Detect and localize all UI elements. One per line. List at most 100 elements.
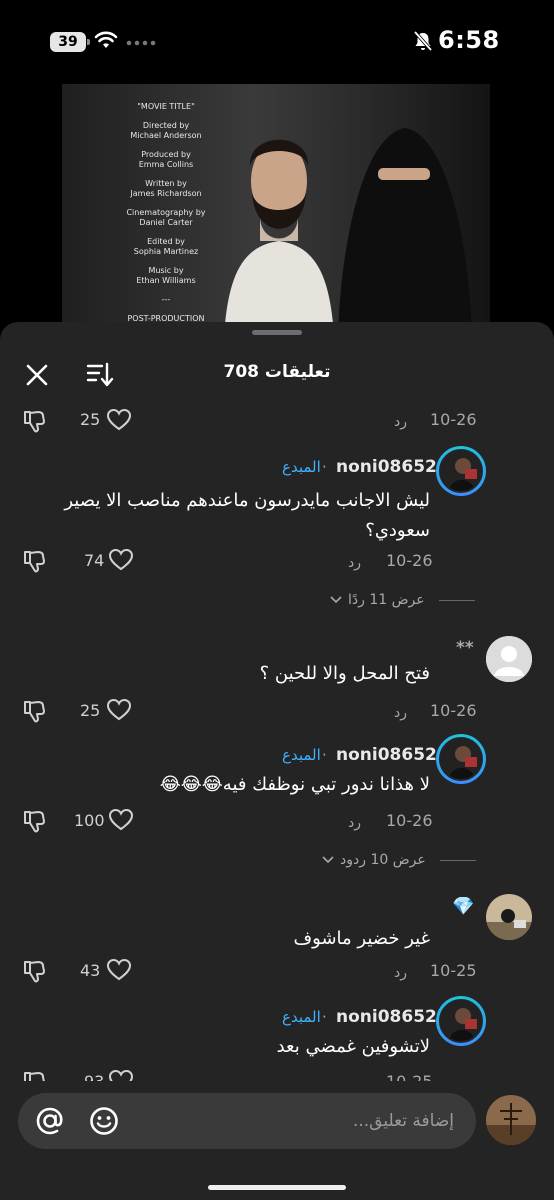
- view-replies-button[interactable]: عرض 10 ردود: [322, 852, 476, 868]
- thumbs-down-icon: [24, 701, 45, 723]
- wifi-icon: [94, 31, 118, 48]
- reply-button[interactable]: رد: [394, 414, 407, 430]
- creator-badge: المبدع: [282, 746, 321, 764]
- battery-indicator: 39: [50, 32, 90, 52]
- reply-button[interactable]: رد: [394, 965, 407, 981]
- user-avatar[interactable]: [486, 636, 532, 682]
- my-avatar[interactable]: [486, 1095, 536, 1145]
- comments-count-title: 708 تعليقات: [223, 362, 331, 382]
- separator-dot: ·: [322, 1008, 327, 1026]
- dislike-button[interactable]: [22, 548, 48, 578]
- home-indicator[interactable]: [208, 1185, 346, 1190]
- credit-line: Written by James Richardson: [130, 179, 202, 198]
- default-avatar-icon: [486, 636, 532, 682]
- comment-input-container[interactable]: [18, 1093, 476, 1149]
- like-count: 25: [80, 410, 101, 429]
- like-count: 100: [74, 811, 105, 830]
- video-preview[interactable]: "MOVIE TITLE" Directed by Michael Anders…: [0, 84, 554, 334]
- creator-avatar[interactable]: [436, 734, 486, 784]
- creator-avatar[interactable]: [436, 996, 486, 1046]
- thumbs-down-icon: [24, 811, 45, 833]
- like-button[interactable]: [106, 698, 132, 726]
- dislike-button[interactable]: [22, 408, 48, 438]
- comment-username[interactable]: 💎: [452, 896, 474, 917]
- comments-sheet: 708 تعليقات 25 رد 10-26 noni08652 · المب…: [0, 322, 554, 1200]
- reply-button[interactable]: رد: [394, 705, 407, 721]
- status-bar: 39 6:58: [0, 0, 554, 84]
- view-replies-label: عرض 11 ردًا: [348, 592, 425, 608]
- comment-date: 10-26: [430, 410, 477, 429]
- heart-icon: [108, 548, 134, 571]
- avatar-photo-icon: [441, 1001, 481, 1041]
- dislike-button[interactable]: [22, 958, 48, 988]
- like-count: 43: [80, 961, 101, 980]
- video-frame[interactable]: "MOVIE TITLE" Directed by Michael Anders…: [62, 84, 490, 334]
- heart-icon: [106, 958, 132, 981]
- heart-icon: [108, 808, 134, 831]
- reply-button[interactable]: رد: [348, 555, 361, 571]
- comment-date: 10-26: [430, 701, 477, 720]
- avatar-photo-icon: [441, 739, 481, 779]
- user-avatar[interactable]: [486, 894, 532, 940]
- comment-text-line: سعودي؟: [365, 520, 430, 541]
- credit-line: Produced by Emma Collins: [138, 150, 194, 169]
- avatar-image: [439, 737, 483, 781]
- signal-dots-icon: [126, 40, 156, 46]
- like-count: 74: [84, 551, 105, 570]
- reply-button[interactable]: رد: [348, 815, 361, 831]
- comment-text: فتح المحل والا للحين ؟: [259, 663, 430, 684]
- thumbs-down-icon: [24, 961, 45, 983]
- thumbs-down-icon: [24, 411, 45, 433]
- like-button[interactable]: [106, 408, 132, 436]
- creator-badge: المبدع: [282, 1008, 321, 1026]
- thumbs-down-icon: [24, 551, 45, 573]
- avatar-image: [439, 999, 483, 1043]
- like-button[interactable]: [108, 808, 134, 836]
- comment-date: 10-25: [430, 961, 477, 980]
- credit-line: Directed by Michael Anderson: [130, 121, 202, 140]
- credit-line: ---: [161, 295, 171, 304]
- credit-line: Cinematography by Daniel Carter: [126, 208, 206, 227]
- separator-dot: ·: [322, 746, 327, 764]
- silent-bell-icon: [413, 30, 433, 52]
- like-button[interactable]: [106, 958, 132, 986]
- person-woman-figure: [338, 128, 472, 334]
- divider-line: [438, 599, 475, 601]
- comment-text: ليش الاجانب مايدرسون ماعندهم مناصب الا ي…: [40, 486, 430, 546]
- movie-credits: "MOVIE TITLE" Directed by Michael Anders…: [96, 102, 236, 333]
- credit-line: "MOVIE TITLE": [137, 102, 195, 111]
- avatar-photo-icon: [486, 1095, 536, 1145]
- credit-line: Edited by Sophia Martinez: [133, 237, 199, 256]
- chevron-down-icon: [330, 596, 342, 604]
- comment-username[interactable]: noni08652: [336, 1007, 437, 1027]
- like-button[interactable]: [108, 548, 134, 576]
- heart-icon: [106, 698, 132, 721]
- comment-text: لا هذانا ندور تبي نوظفك فيه😂😂😂: [159, 774, 430, 795]
- comment-text: غير خضير ماشوف: [293, 928, 431, 949]
- credit-line: Music by Ethan Williams: [136, 266, 196, 285]
- avatar-image: [439, 449, 483, 493]
- view-replies-button[interactable]: عرض 11 ردًا: [330, 592, 475, 608]
- comment-date: 10-26: [386, 551, 433, 570]
- comment-text-line: ليش الاجانب مايدرسون ماعندهم مناصب الا ي…: [64, 490, 430, 511]
- divider-line: [439, 859, 476, 861]
- chevron-down-icon: [322, 856, 334, 864]
- heart-icon: [106, 408, 132, 431]
- clock: 6:58: [438, 26, 500, 54]
- comment-date: 10-26: [386, 811, 433, 830]
- dislike-button[interactable]: [22, 698, 48, 728]
- like-count: 25: [80, 701, 101, 720]
- comment-input[interactable]: [154, 1093, 454, 1149]
- sheet-grabber[interactable]: [252, 330, 302, 335]
- separator-dot: ·: [322, 458, 327, 476]
- comment-username[interactable]: noni08652: [336, 457, 437, 477]
- mention-icon[interactable]: [34, 1105, 66, 1137]
- comment-username[interactable]: **: [456, 638, 474, 658]
- creator-badge: المبدع: [282, 458, 321, 476]
- dislike-button[interactable]: [22, 808, 48, 838]
- comment-username[interactable]: noni08652: [336, 745, 437, 765]
- avatar-photo-icon: [441, 451, 481, 491]
- emoji-icon[interactable]: [88, 1105, 120, 1137]
- creator-avatar[interactable]: [436, 446, 486, 496]
- comment-input-bar: [0, 1081, 554, 1200]
